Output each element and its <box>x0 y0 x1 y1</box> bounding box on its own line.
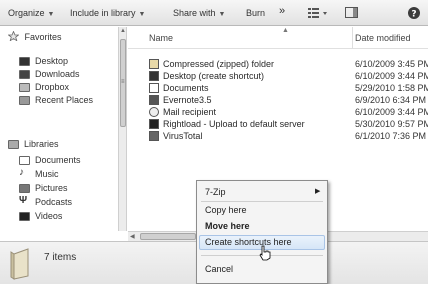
chevron-down-icon: ▼ <box>47 11 55 18</box>
nav-item-desktop[interactable]: Desktop <box>35 56 68 66</box>
virustotal-icon <box>149 131 159 141</box>
file-name: VirusTotal <box>163 131 203 141</box>
favorites-header[interactable]: Favorites <box>7 30 62 42</box>
svg-text:?: ? <box>411 10 416 20</box>
nav-item-downloads[interactable]: Downloads <box>35 69 80 79</box>
grip-icon: ≡ <box>121 79 125 85</box>
context-menu: 7-Zip ▶ Copy here Move here Create short… <box>196 180 328 284</box>
videos-icon <box>19 212 30 221</box>
documents-icon <box>19 156 30 165</box>
navigation-scrollbar[interactable]: ▲ ≡ <box>118 27 127 231</box>
menu-item-copy-here[interactable]: Copy here <box>205 205 247 215</box>
desktop-icon <box>19 57 30 66</box>
file-date: 5/30/2010 9:57 PM <box>355 119 428 129</box>
help-icon: ? <box>408 7 420 20</box>
nav-item-music[interactable]: Music <box>35 169 59 179</box>
pictures-icon <box>19 184 30 193</box>
list-item[interactable]: Desktop (create shortcut) 6/10/2009 3:44… <box>128 70 428 82</box>
rightload-icon <box>149 119 159 129</box>
chevron-down-icon: ▼ <box>218 11 226 18</box>
scroll-up-icon[interactable]: ▲ <box>120 28 126 34</box>
organize-label: Organize <box>8 8 45 18</box>
sort-ascending-icon: ▲ <box>282 27 289 34</box>
list-item[interactable]: VirusTotal 6/1/2010 7:36 PM <box>128 130 428 142</box>
item-count: 7 items <box>44 252 77 263</box>
preview-pane-icon <box>345 7 358 18</box>
scrollbar-thumb[interactable] <box>140 233 196 240</box>
list-item[interactable]: Rightload - Upload to default server 5/3… <box>128 118 428 130</box>
list-item[interactable]: Evernote3.5 6/9/2010 6:34 PM <box>128 94 428 106</box>
nav-item-videos[interactable]: Videos <box>35 211 62 221</box>
file-date: 6/1/2010 7:36 PM <box>355 131 427 141</box>
nav-item-pictures[interactable]: Pictures <box>35 183 68 193</box>
preview-pane-button[interactable] <box>344 6 360 20</box>
scroll-left-icon[interactable]: ◀ <box>130 233 135 240</box>
include-in-library-label: Include in library <box>70 8 136 18</box>
evernote-icon <box>149 95 159 105</box>
column-header: Name ▲ Date modified <box>128 27 428 49</box>
navigation-pane: Favorites Desktop Downloads Dropbox Rece… <box>0 27 118 231</box>
file-name: Evernote3.5 <box>163 95 212 105</box>
file-date: 5/29/2010 1:58 PM <box>355 83 428 93</box>
share-with-label: Share with <box>173 8 216 18</box>
file-name: Documents <box>163 83 209 93</box>
file-name: Compressed (zipped) folder <box>163 59 275 69</box>
file-date: 6/10/2009 3:44 PM <box>355 71 428 81</box>
mail-icon <box>149 107 159 117</box>
nav-item-recent-places[interactable]: Recent Places <box>35 95 93 105</box>
star-icon <box>7 30 20 42</box>
nav-item-documents[interactable]: Documents <box>35 155 81 165</box>
change-view-button[interactable] <box>307 6 329 20</box>
share-with-button[interactable]: Share with ▼ <box>173 8 225 18</box>
dropbox-icon <box>19 83 30 92</box>
column-name[interactable]: Name <box>149 33 173 43</box>
menu-item-cancel[interactable]: Cancel <box>205 264 233 274</box>
file-date: 6/9/2010 6:34 PM <box>355 95 427 105</box>
toolbar-overflow-button[interactable]: » <box>279 5 285 17</box>
column-date-modified[interactable]: Date modified <box>355 33 411 43</box>
list-item[interactable]: Documents 5/29/2010 1:58 PM <box>128 82 428 94</box>
organize-button[interactable]: Organize ▼ <box>8 8 54 18</box>
hand-cursor-icon <box>259 245 271 261</box>
menu-item-7zip[interactable]: 7-Zip <box>205 187 226 197</box>
desktop-icon <box>149 71 159 81</box>
list-item[interactable]: Compressed (zipped) folder 6/10/2009 3:4… <box>128 58 428 70</box>
help-button[interactable]: ? <box>407 6 421 20</box>
file-name: Mail recipient <box>163 107 217 117</box>
burn-button[interactable]: Burn <box>246 8 265 18</box>
music-icon: ♪ <box>19 167 24 178</box>
libraries-header[interactable]: Libraries <box>24 139 59 149</box>
zip-folder-icon <box>149 59 159 69</box>
file-date: 6/10/2009 3:44 PM <box>355 107 428 117</box>
chevron-down-icon: ▼ <box>138 11 146 18</box>
include-in-library-button[interactable]: Include in library ▼ <box>70 8 145 18</box>
favorites-label: Favorites <box>24 32 62 42</box>
column-separator[interactable] <box>352 27 353 49</box>
menu-separator <box>201 201 323 202</box>
file-date: 6/10/2009 3:45 PM <box>355 59 428 69</box>
command-bar: Organize ▼ Include in library ▼ Share with… <box>0 0 428 26</box>
folder-icon <box>10 248 29 280</box>
view-options-icon <box>308 8 327 18</box>
libraries-icon <box>8 140 19 149</box>
file-name: Rightload - Upload to default server <box>163 119 305 129</box>
submenu-arrow-icon: ▶ <box>315 188 321 195</box>
documents-icon <box>149 83 159 93</box>
list-item[interactable]: Mail recipient 6/10/2009 3:44 PM <box>128 106 428 118</box>
menu-item-create-shortcuts[interactable]: Create shortcuts here <box>205 237 292 247</box>
podcasts-icon: Ψ <box>19 195 28 206</box>
file-name: Desktop (create shortcut) <box>163 71 265 81</box>
menu-item-move-here[interactable]: Move here <box>205 221 250 231</box>
recent-places-icon <box>19 96 30 105</box>
nav-item-podcasts[interactable]: Podcasts <box>35 197 72 207</box>
nav-item-dropbox[interactable]: Dropbox <box>35 82 69 92</box>
downloads-icon <box>19 70 30 79</box>
